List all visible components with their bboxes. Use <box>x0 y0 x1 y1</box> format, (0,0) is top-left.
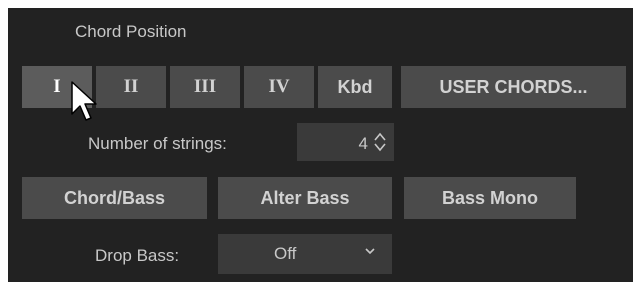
strings-label: Number of strings: <box>88 134 227 153</box>
position-button-iv[interactable]: IV <box>244 66 314 108</box>
alter-bass-button[interactable]: Alter Bass <box>218 177 392 219</box>
strings-stepper[interactable]: 4 <box>297 123 394 161</box>
position-button-ii[interactable]: II <box>96 66 166 108</box>
bass-mono-button[interactable]: Bass Mono <box>404 177 576 219</box>
up-down-spinner-icon[interactable] <box>373 130 387 154</box>
drop-bass-dropdown[interactable]: Off <box>218 234 392 274</box>
chevron-down-icon <box>365 248 375 255</box>
position-button-iii[interactable]: III <box>170 66 240 108</box>
mouse-cursor-icon <box>71 81 97 121</box>
position-button-kbd[interactable]: Kbd <box>318 66 392 108</box>
chord-bass-button[interactable]: Chord/Bass <box>22 177 207 219</box>
section-title: Chord Position <box>75 22 187 41</box>
user-chords-button[interactable]: USER CHORDS... <box>401 66 626 108</box>
drop-bass-label: Drop Bass: <box>95 246 180 265</box>
strings-value: 4 <box>358 134 368 153</box>
drop-bass-value: Off <box>274 244 297 263</box>
